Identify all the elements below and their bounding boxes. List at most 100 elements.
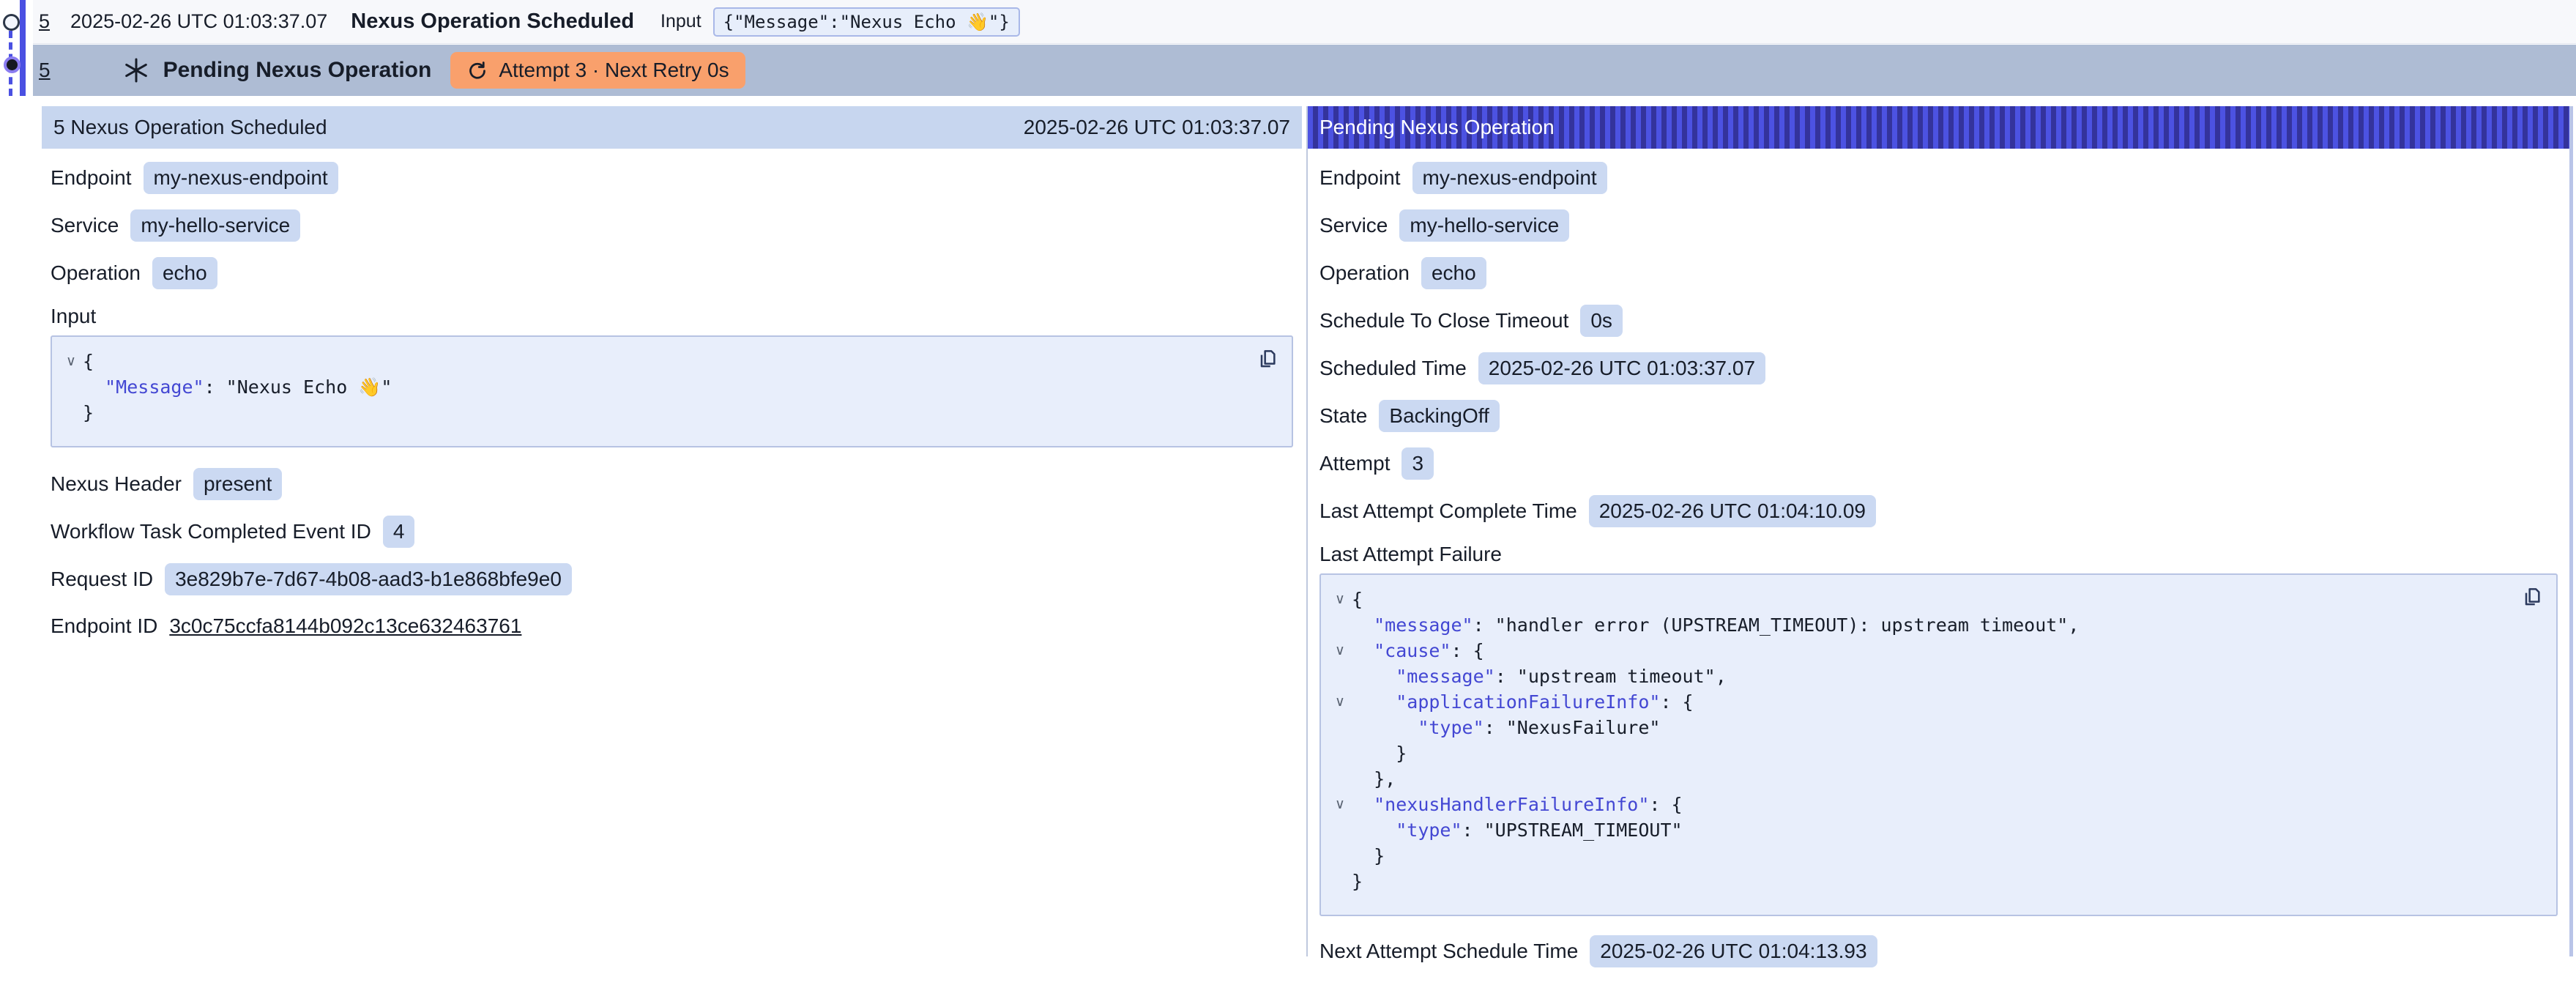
input-code-block: ∨{ "Message": "Nexus Echo 👋"}	[51, 335, 1293, 447]
code-text: }	[1352, 869, 1363, 894]
code-gutter	[1328, 664, 1352, 689]
timeline-active-bar	[20, 0, 26, 96]
timeline-node-current-icon[interactable]	[4, 56, 21, 73]
field-label: Endpoint	[1319, 166, 1401, 190]
field-value-chip: BackingOff	[1379, 400, 1499, 432]
field-endpoint: Endpoint my-nexus-endpoint	[51, 162, 1293, 194]
code-line: ∨ "applicationFailureInfo": {	[1328, 689, 2512, 715]
field-label: Scheduled Time	[1319, 357, 1467, 380]
copy-icon[interactable]	[1255, 347, 1280, 372]
code-text: {	[1352, 587, 1363, 612]
field-label: Service	[1319, 214, 1388, 237]
pending-panel-header: Pending Nexus Operation	[1308, 106, 2569, 149]
endpoint-id-link[interactable]: 3c0c75ccfa8144b092c13ce632463761	[169, 614, 521, 638]
field-endpoint: Endpoint my-nexus-endpoint	[1319, 162, 2558, 194]
pending-operation-panel: Pending Nexus Operation Endpoint my-nexu…	[1306, 106, 2573, 956]
input-section-label: Input	[51, 305, 1293, 328]
collapse-chevron-icon[interactable]: ∨	[1328, 689, 1352, 715]
field-label: Operation	[1319, 261, 1410, 285]
field-value-chip: my-hello-service	[130, 209, 300, 242]
field-value-chip: my-nexus-endpoint	[144, 162, 338, 194]
code-text: }	[1352, 843, 1385, 869]
collapse-chevron-icon[interactable]: ∨	[1328, 638, 1352, 664]
event-id-link[interactable]: 5	[39, 59, 51, 82]
field-operation: Operation echo	[51, 257, 1293, 289]
event-row-pending-selected[interactable]: 5 Pending Nexus Operation Attempt 3 · Ne…	[33, 45, 2576, 96]
retry-attempt-badge: Attempt 3 · Next Retry 0s	[450, 52, 745, 89]
copy-icon[interactable]	[2520, 585, 2545, 610]
field-value-chip: echo	[1421, 257, 1486, 289]
code-line: ∨{	[59, 349, 1248, 374]
field-value-chip: present	[193, 468, 282, 500]
field-value-chip: 2025-02-26 UTC 01:03:37.07	[1478, 352, 1765, 384]
code-text: }	[1352, 740, 1407, 766]
code-text: "applicationFailureInfo": {	[1352, 689, 1694, 715]
event-panel-header: 5 Nexus Operation Scheduled 2025-02-26 U…	[42, 106, 1302, 149]
retry-icon	[466, 59, 488, 81]
field-service: Service my-hello-service	[51, 209, 1293, 242]
field-label: Request ID	[51, 568, 153, 591]
code-text: {	[83, 349, 94, 374]
code-line: ∨ "nexusHandlerFailureInfo": {	[1328, 792, 2512, 817]
collapse-chevron-icon[interactable]: ∨	[1328, 792, 1352, 817]
code-gutter	[1328, 715, 1352, 740]
pending-panel-body: Endpoint my-nexus-endpoint Service my-he…	[1308, 149, 2569, 996]
code-line: }	[1328, 869, 2512, 894]
field-label: State	[1319, 404, 1367, 428]
json-code: ∨{ "message": "handler error (UPSTREAM_T…	[1328, 587, 2512, 894]
field-endpoint-id: Endpoint ID 3c0c75ccfa8144b092c13ce63246…	[51, 611, 1293, 642]
retry-badge-text: Attempt 3 · Next Retry 0s	[499, 59, 729, 82]
field-schedule-to-close-timeout: Schedule To Close Timeout 0s	[1319, 305, 2558, 337]
code-text: "type": "UPSTREAM_TIMEOUT"	[1352, 817, 1683, 843]
code-line: }	[1328, 843, 2512, 869]
field-value-chip: my-hello-service	[1399, 209, 1569, 242]
code-line: "type": "UPSTREAM_TIMEOUT"	[1328, 817, 2512, 843]
code-line: }	[59, 400, 1248, 425]
failure-code-block: ∨{ "message": "handler error (UPSTREAM_T…	[1319, 573, 2558, 916]
field-attempt: Attempt 3	[1319, 447, 2558, 480]
field-label: Operation	[51, 261, 141, 285]
code-gutter	[1328, 869, 1352, 894]
field-scheduled-time: Scheduled Time 2025-02-26 UTC 01:03:37.0…	[1319, 352, 2558, 384]
field-label: Workflow Task Completed Event ID	[51, 520, 371, 543]
field-label: Schedule To Close Timeout	[1319, 309, 1568, 332]
field-service: Service my-hello-service	[1319, 209, 2558, 242]
json-code: ∨{ "Message": "Nexus Echo 👋"}	[59, 349, 1248, 425]
field-value-chip: 2025-02-26 UTC 01:04:13.93	[1590, 935, 1877, 967]
timeline-node-open-icon[interactable]	[3, 14, 20, 31]
pending-asterisk-icon	[122, 56, 152, 85]
code-text: },	[1352, 766, 1396, 792]
code-line: ∨ "cause": {	[1328, 638, 2512, 664]
event-row-scheduled[interactable]: 5 2025-02-26 UTC 01:03:37.07 Nexus Opera…	[33, 0, 2576, 44]
field-request-id: Request ID 3e829b7e-7d67-4b08-aad3-b1e86…	[51, 563, 1293, 595]
code-text: "Message": "Nexus Echo 👋"	[83, 374, 392, 400]
field-label: Service	[51, 214, 119, 237]
code-gutter	[1328, 766, 1352, 792]
code-text: "message": "upstream timeout",	[1352, 664, 1727, 689]
field-value-chip: echo	[152, 257, 217, 289]
event-panel-title: 5 Nexus Operation Scheduled	[53, 116, 327, 139]
collapse-chevron-icon[interactable]: ∨	[1328, 587, 1352, 612]
event-input-preview-chip[interactable]: {"Message":"Nexus Echo 👋"}	[713, 7, 1020, 37]
field-value-chip: my-nexus-endpoint	[1412, 162, 1607, 194]
code-gutter	[1328, 843, 1352, 869]
field-label: Attempt	[1319, 452, 1390, 475]
code-text: "message": "handler error (UPSTREAM_TIME…	[1352, 612, 2079, 638]
event-detail-panel: 5 Nexus Operation Scheduled 2025-02-26 U…	[42, 106, 1302, 670]
code-gutter	[59, 374, 83, 400]
event-panel-timestamp: 2025-02-26 UTC 01:03:37.07	[1024, 116, 1290, 139]
code-line: "type": "NexusFailure"	[1328, 715, 2512, 740]
event-input-label: Input	[660, 11, 701, 32]
field-nexus-header: Nexus Header present	[51, 468, 1293, 500]
field-value-chip: 4	[383, 516, 415, 548]
collapse-chevron-icon[interactable]: ∨	[59, 349, 83, 374]
field-operation: Operation echo	[1319, 257, 2558, 289]
code-line: }	[1328, 740, 2512, 766]
field-label: Endpoint ID	[51, 614, 157, 638]
event-id-link[interactable]: 5	[39, 10, 50, 33]
event-timestamp: 2025-02-26 UTC 01:03:37.07	[70, 10, 327, 33]
pending-panel-title: Pending Nexus Operation	[1319, 116, 1555, 139]
code-line: },	[1328, 766, 2512, 792]
code-text: "cause": {	[1352, 638, 1484, 664]
pending-event-title: Pending Nexus Operation	[163, 58, 432, 83]
